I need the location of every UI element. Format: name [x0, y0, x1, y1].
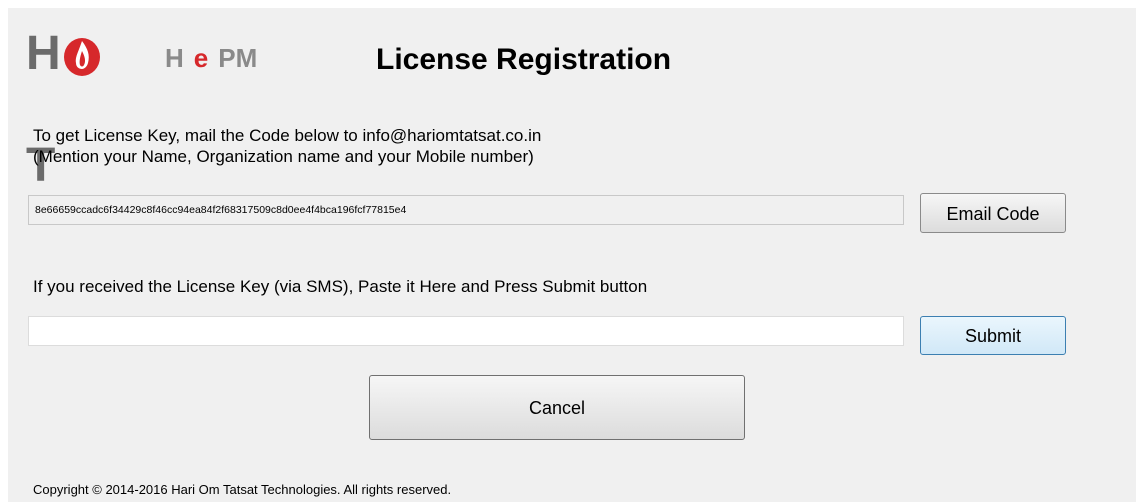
copyright-text: Copyright © 2014-2016 Hari Om Tatsat Tec…	[33, 482, 452, 497]
logo-hepm-text: He PM	[165, 43, 258, 73]
registration-code-field[interactable]: 8e66659ccadc6f34429c8f46cc94ea84f2f68317…	[28, 195, 904, 225]
license-key-input[interactable]	[28, 316, 904, 346]
page-title: License Registration	[376, 43, 672, 76]
submit-button[interactable]: Submit	[920, 316, 1066, 355]
instructions-text: To get License Key, mail the Code below …	[33, 125, 541, 167]
instructions-line-1: To get License Key, mail the Code below …	[33, 126, 542, 145]
cancel-button[interactable]: Cancel	[369, 375, 745, 440]
flame-icon	[64, 38, 100, 76]
email-code-button[interactable]: Email Code	[920, 193, 1066, 233]
instructions-line-2: (Mention your Name, Organization name an…	[33, 147, 534, 166]
license-key-prompt: If you received the License Key (via SMS…	[33, 277, 648, 296]
